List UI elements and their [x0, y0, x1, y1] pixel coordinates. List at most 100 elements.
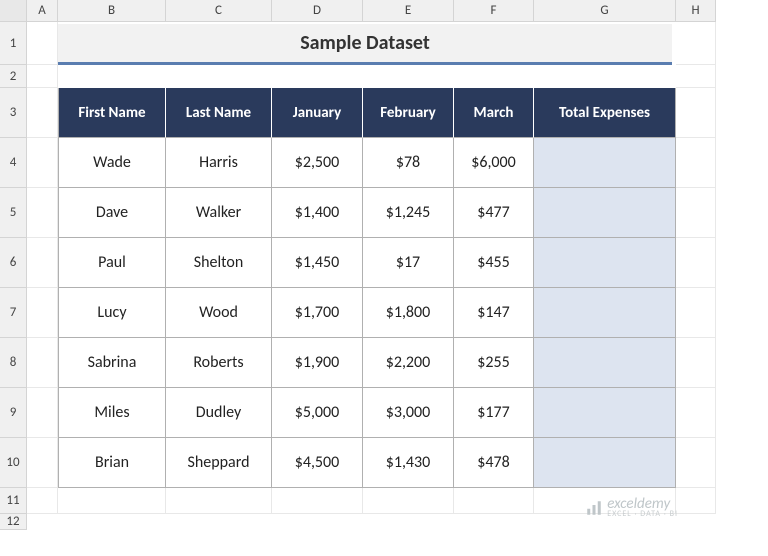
cell-A8[interactable]: [27, 338, 58, 388]
cell-row12-4[interactable]: [166, 488, 272, 514]
row-head-6[interactable]: 6: [0, 238, 27, 288]
cell-H7[interactable]: [676, 288, 716, 338]
cell-feb[interactable]: $2,200: [363, 338, 454, 388]
cell-A4[interactable]: [27, 138, 58, 188]
cell-H10[interactable]: [676, 438, 716, 488]
cell-total[interactable]: [534, 138, 676, 188]
cell-total[interactable]: [534, 188, 676, 238]
cell-row12-3[interactable]: [58, 488, 166, 514]
cell-H5[interactable]: [676, 188, 716, 238]
cell-total[interactable]: [534, 388, 676, 438]
row-head-10[interactable]: 10: [0, 438, 27, 488]
row-head-12[interactable]: 12: [0, 514, 27, 530]
row-head-5[interactable]: 5: [0, 188, 27, 238]
cell-last[interactable]: Walker: [166, 188, 272, 238]
cell-mar[interactable]: $6,000: [454, 138, 534, 188]
cell-first[interactable]: Dave: [58, 188, 166, 238]
cell-last[interactable]: Harris: [166, 138, 272, 188]
cell-total[interactable]: [534, 338, 676, 388]
cell-A9[interactable]: [27, 388, 58, 438]
row-head-8[interactable]: 8: [0, 338, 27, 388]
cell-H8[interactable]: [676, 338, 716, 388]
cell-first[interactable]: Lucy: [58, 288, 166, 338]
col-head-E[interactable]: E: [363, 0, 454, 22]
cell-last[interactable]: Wood: [166, 288, 272, 338]
cell-gap-3[interactable]: [58, 65, 166, 88]
cell-H4[interactable]: [676, 138, 716, 188]
cell-mar[interactable]: $255: [454, 338, 534, 388]
cell-feb[interactable]: $1,800: [363, 288, 454, 338]
cell-H2[interactable]: [676, 65, 716, 88]
cell-gap-4[interactable]: [166, 65, 272, 88]
cell-H9[interactable]: [676, 388, 716, 438]
col-head-G[interactable]: G: [534, 0, 676, 22]
cell-gap-6[interactable]: [363, 65, 454, 88]
cell-A3[interactable]: [27, 88, 58, 138]
row-head-3[interactable]: 3: [0, 88, 27, 138]
cell-feb[interactable]: $3,000: [363, 388, 454, 438]
cell-last[interactable]: Dudley: [166, 388, 272, 438]
cell-first[interactable]: Miles: [58, 388, 166, 438]
header-february[interactable]: February: [363, 88, 454, 138]
cell-jan[interactable]: $1,900: [272, 338, 363, 388]
header-total[interactable]: Total Expenses: [534, 88, 676, 138]
header-last-name[interactable]: Last Name: [166, 88, 272, 138]
col-head-H[interactable]: H: [676, 0, 716, 22]
cell-H1[interactable]: [676, 22, 716, 65]
cell-jan[interactable]: $5,000: [272, 388, 363, 438]
header-march[interactable]: March: [454, 88, 534, 138]
cell-jan[interactable]: $4,500: [272, 438, 363, 488]
cell-total[interactable]: [534, 438, 676, 488]
cell-row12-6[interactable]: [363, 488, 454, 514]
cell-feb[interactable]: $78: [363, 138, 454, 188]
cell-feb[interactable]: $1,245: [363, 188, 454, 238]
cell-first[interactable]: Paul: [58, 238, 166, 288]
cell-last[interactable]: Shelton: [166, 238, 272, 288]
cell-mar[interactable]: $147: [454, 288, 534, 338]
row-head-4[interactable]: 4: [0, 138, 27, 188]
cell-first[interactable]: Sabrina: [58, 338, 166, 388]
cell-gap-8[interactable]: [534, 65, 676, 88]
cell-A10[interactable]: [27, 438, 58, 488]
cell-last[interactable]: Sheppard: [166, 438, 272, 488]
cell-A1[interactable]: [27, 22, 58, 65]
cell-first[interactable]: Brian: [58, 438, 166, 488]
cell-jan[interactable]: $1,450: [272, 238, 363, 288]
row-head-2[interactable]: 2: [0, 65, 27, 88]
cell-A11[interactable]: [27, 488, 58, 514]
col-head-A[interactable]: A: [27, 0, 58, 22]
cell-mar[interactable]: $455: [454, 238, 534, 288]
cell-feb[interactable]: $1,430: [363, 438, 454, 488]
cell-jan[interactable]: $1,700: [272, 288, 363, 338]
row-head-1[interactable]: 1: [0, 22, 27, 65]
cell-row12-7[interactable]: [454, 488, 534, 514]
col-head-D[interactable]: D: [272, 0, 363, 22]
col-head-B[interactable]: B: [58, 0, 166, 22]
cell-mar[interactable]: $177: [454, 388, 534, 438]
cell-mar[interactable]: $478: [454, 438, 534, 488]
cell-A5[interactable]: [27, 188, 58, 238]
cell-jan[interactable]: $1,400: [272, 188, 363, 238]
cell-row12-5[interactable]: [272, 488, 363, 514]
cell-first[interactable]: Wade: [58, 138, 166, 188]
cell-A6[interactable]: [27, 238, 58, 288]
row-head-9[interactable]: 9: [0, 388, 27, 438]
cell-total[interactable]: [534, 238, 676, 288]
cell-last[interactable]: Roberts: [166, 338, 272, 388]
cell-total[interactable]: [534, 288, 676, 338]
cell-gap-7[interactable]: [454, 65, 534, 88]
cell-H11[interactable]: [676, 488, 716, 514]
row-head-7[interactable]: 7: [0, 288, 27, 338]
col-head-C[interactable]: C: [166, 0, 272, 22]
header-first-name[interactable]: First Name: [58, 88, 166, 138]
header-january[interactable]: January: [272, 88, 363, 138]
row-head-11[interactable]: 11: [0, 488, 27, 514]
cell-gap-5[interactable]: [272, 65, 363, 88]
cell-feb[interactable]: $17: [363, 238, 454, 288]
cell-A2[interactable]: [27, 65, 58, 88]
cell-H3[interactable]: [676, 88, 716, 138]
cell-jan[interactable]: $2,500: [272, 138, 363, 188]
dataset-title[interactable]: Sample Dataset: [58, 24, 672, 65]
col-head-F[interactable]: F: [454, 0, 534, 22]
cell-H6[interactable]: [676, 238, 716, 288]
